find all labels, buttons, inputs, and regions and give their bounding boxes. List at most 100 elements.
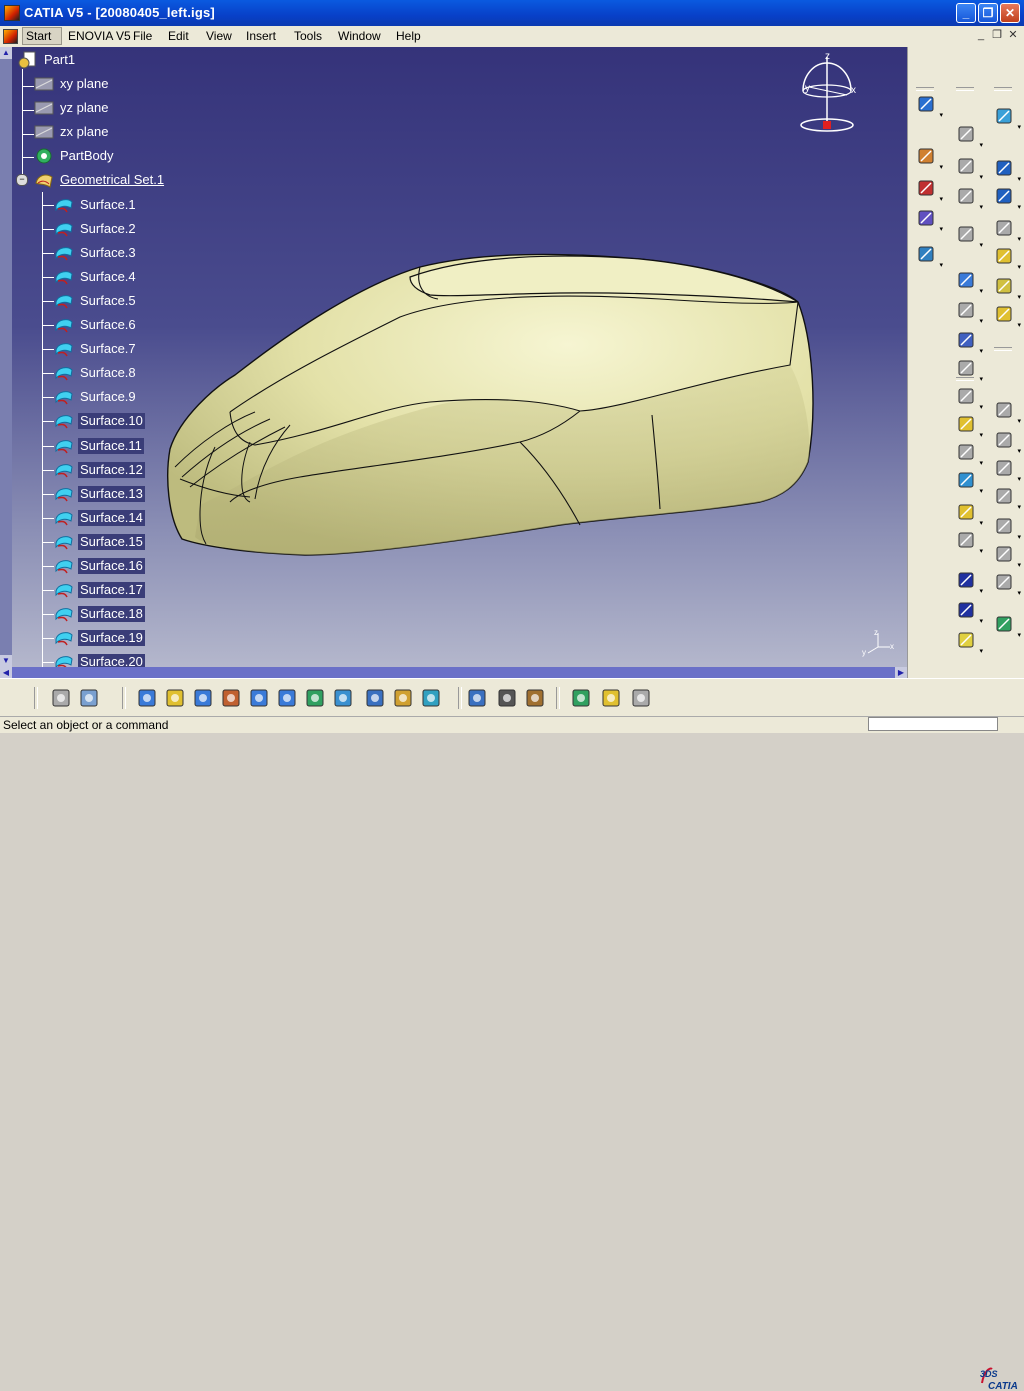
tree-node-label: Surface.9 xyxy=(80,389,136,405)
surface-icon xyxy=(54,364,74,382)
mirror-icon[interactable]: ▾ xyxy=(956,155,983,181)
measure-inertia-icon[interactable] xyxy=(524,687,548,711)
knowledge-advisor-icon[interactable] xyxy=(630,687,654,711)
zoom-out-icon[interactable] xyxy=(276,687,300,711)
tree-node-label: Surface.14 xyxy=(78,509,145,526)
doc-minimize-button[interactable]: _ xyxy=(974,29,988,43)
menu-tools[interactable]: Tools xyxy=(294,29,322,43)
hole-icon[interactable]: ▾ xyxy=(956,385,983,411)
shaft-icon[interactable]: ▾ xyxy=(956,329,983,355)
affinity-icon[interactable]: ▾ xyxy=(994,515,1021,541)
catia-app-icon[interactable] xyxy=(4,5,20,21)
menu-help[interactable]: Help xyxy=(396,29,421,43)
compass-widget[interactable]: y x z xyxy=(795,51,865,141)
trim-icon[interactable]: ▾ xyxy=(994,185,1021,211)
part-design-icon[interactable]: ▾ xyxy=(916,177,943,203)
toolbar-separator xyxy=(956,87,974,91)
horizontal-scrollbar[interactable]: ◀ ▶ xyxy=(0,667,907,678)
scroll-left-arrow[interactable]: ◀ xyxy=(0,667,12,678)
pad-icon[interactable]: ▾ xyxy=(956,269,983,295)
grid-icon[interactable]: ▾ xyxy=(956,185,983,211)
svg-text:3DS: 3DS xyxy=(980,1369,998,1379)
menu-insert[interactable]: Insert xyxy=(246,29,276,43)
toolbar-separator xyxy=(994,347,1012,351)
catia-start-icon[interactable] xyxy=(3,29,18,44)
doc-restore-button[interactable]: ❐ xyxy=(990,29,1004,43)
command-input[interactable] xyxy=(868,717,998,731)
apply-material-icon[interactable] xyxy=(600,687,624,711)
pocket-icon[interactable]: ▾ xyxy=(956,299,983,325)
measure-item-icon[interactable] xyxy=(496,687,520,711)
axis-system-icon[interactable]: ▾ xyxy=(994,543,1021,569)
menu-edit[interactable]: Edit xyxy=(168,29,189,43)
fillet-icon[interactable]: ▾ xyxy=(956,413,983,439)
analysis-icon[interactable]: ▾ xyxy=(994,613,1021,639)
chamfer-icon[interactable]: ▾ xyxy=(956,441,983,467)
scroll-down-arrow[interactable]: ▼ xyxy=(0,655,12,667)
menu-file[interactable]: File xyxy=(133,29,152,43)
blend-icon[interactable]: ▾ xyxy=(994,303,1021,329)
normal-view-icon[interactable] xyxy=(304,687,328,711)
menu-view[interactable]: View xyxy=(206,29,232,43)
assembly-icon[interactable]: ▾ xyxy=(916,207,943,233)
quick-view-icon[interactable] xyxy=(50,687,74,711)
zoom-in-icon[interactable] xyxy=(248,687,272,711)
surface-icon xyxy=(54,316,74,334)
surface-extrude-icon[interactable]: ▾ xyxy=(994,105,1021,131)
tree-node-label: Surface.12 xyxy=(78,461,145,478)
fit-all-in-icon[interactable] xyxy=(164,687,188,711)
scroll-up-arrow[interactable]: ▲ xyxy=(0,47,12,59)
plane-icon xyxy=(34,75,54,93)
close-button[interactable]: ✕ xyxy=(1000,3,1020,23)
surface-icon xyxy=(54,629,74,647)
fly-mode-icon[interactable] xyxy=(136,687,160,711)
window-title: CATIA V5 - [20080405_left.igs] xyxy=(24,5,215,20)
menu-window[interactable]: Window xyxy=(338,29,381,43)
snap-icon[interactable]: ▾ xyxy=(956,223,983,249)
scroll-right-arrow[interactable]: ▶ xyxy=(895,667,907,678)
pan-icon[interactable] xyxy=(192,687,216,711)
pattern-icon[interactable]: ▾ xyxy=(956,123,983,149)
tree-node-label: Surface.19 xyxy=(78,629,145,646)
measure-between-icon[interactable] xyxy=(466,687,490,711)
tree-node-label: Surface.15 xyxy=(78,533,145,550)
axis-triad: z x y xyxy=(862,628,894,657)
menu-enovia[interactable]: ENOVIA V5 xyxy=(68,29,131,43)
split-icon[interactable]: ▾ xyxy=(994,157,1021,183)
render-style-icon[interactable] xyxy=(364,687,388,711)
scale-icon[interactable]: ▾ xyxy=(994,485,1021,511)
catalog-browser-icon[interactable] xyxy=(570,687,594,711)
measure-icon[interactable]: ▾ xyxy=(994,571,1021,597)
restore-button[interactable]: ❐ xyxy=(978,3,998,23)
doc-close-button[interactable]: ✕ xyxy=(1006,29,1020,43)
isometric-view-icon[interactable] xyxy=(332,687,356,711)
menu-start[interactable]: Start xyxy=(26,29,51,43)
draft-icon[interactable]: ▾ xyxy=(956,469,983,495)
tools-icon[interactable]: ▾ xyxy=(916,145,943,171)
hide-show-icon[interactable] xyxy=(392,687,416,711)
symmetry-icon[interactable]: ▾ xyxy=(994,457,1021,483)
close-surface-icon[interactable]: ▾ xyxy=(994,275,1021,301)
translate-icon[interactable]: ▾ xyxy=(994,399,1021,425)
tree-vertical-scrollbar[interactable]: ▲ ▼ xyxy=(0,47,12,667)
3d-viewport[interactable]: y x z z x y Part1 xy plane yz plane zx plan… xyxy=(0,47,907,667)
surface-icon xyxy=(54,412,74,430)
thickness-icon[interactable]: ▾ xyxy=(956,529,983,555)
constraint-icon[interactable]: ▾ xyxy=(916,243,943,269)
rotate-icon[interactable]: ▾ xyxy=(994,429,1021,455)
minimize-button[interactable]: _ xyxy=(956,3,976,23)
tree-node-label: Surface.7 xyxy=(80,341,136,357)
collapse-toggle[interactable]: − xyxy=(16,174,28,186)
toolbar-separator xyxy=(458,687,462,709)
line-icon[interactable]: ▾ xyxy=(956,599,983,625)
sew-icon[interactable]: ▾ xyxy=(994,217,1021,243)
swap-visible-space-icon[interactable] xyxy=(420,687,444,711)
shell-icon[interactable]: ▾ xyxy=(956,501,983,527)
rotate-view-icon[interactable] xyxy=(220,687,244,711)
point-icon[interactable]: ▾ xyxy=(956,569,983,595)
view-toolbar-icon[interactable] xyxy=(78,687,102,711)
thick-surface-icon[interactable]: ▾ xyxy=(994,245,1021,271)
sketcher-icon[interactable]: ▾ xyxy=(916,93,943,119)
plane-icon[interactable]: ▾ xyxy=(956,629,983,655)
geoset-icon xyxy=(34,171,54,189)
